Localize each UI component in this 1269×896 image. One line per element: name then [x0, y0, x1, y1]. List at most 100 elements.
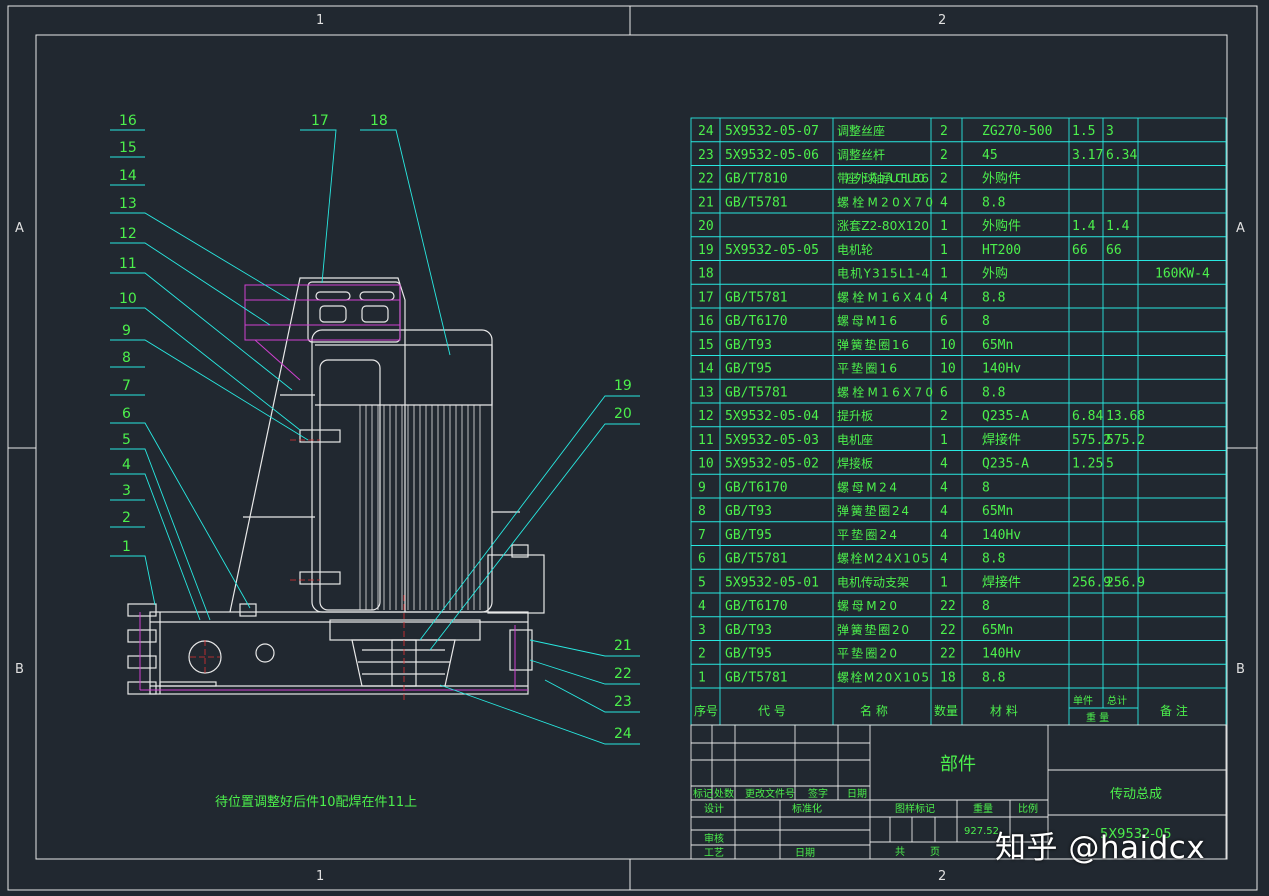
motor-fins [359, 405, 481, 610]
bom-row-8: 8 GB/T93 弹簧垫圈24 4 65Mn [698, 503, 1013, 519]
bom-name-cell: 弹簧垫圈20 [837, 622, 909, 637]
bom-material-cell: 65Mn [982, 338, 1013, 353]
bom-total-wt-cell: 256.9 [1106, 575, 1145, 590]
bom-unit-wt-cell: 1.5 [1072, 124, 1095, 139]
bom-no-cell: 18 [698, 267, 714, 282]
zone-top-2: 2 [938, 13, 946, 28]
bom-material-cell: 8.8 [982, 290, 1005, 305]
bom-no-cell: 7 [698, 528, 706, 543]
bom-row-6: 6 GB/T5781 螺栓M24X105 4 8.8 [698, 551, 1005, 567]
balloon-8: 8 [122, 350, 131, 366]
bom-name-cell: 涨套Z2-80X120 [837, 218, 929, 233]
bom-name-cell: 电机传动支架 [837, 574, 909, 589]
bom-no-cell: 10 [698, 457, 714, 472]
bom-row-3: 3 GB/T93 弹簧垫圈20 22 65Mn [698, 622, 1013, 638]
bom-material-cell: 焊接件 [982, 574, 1021, 590]
bom-qty-cell: 4 [940, 195, 948, 210]
bom-material-cell: 外购 [982, 266, 1008, 282]
bom-name-cell: 电机Y315L1-4 [837, 267, 929, 281]
balloon-15: 15 [119, 140, 137, 156]
bom-row-13: 13 GB/T5781 螺栓M16X70 6 8.8 [698, 384, 1005, 400]
bom-unit-wt-cell: 3.17 [1072, 148, 1103, 163]
bom-qty-cell: 4 [940, 528, 948, 543]
assembly-note: 待位置调整好后件10配焊在件11上 [215, 794, 417, 810]
tb-mark: 标记 [693, 788, 713, 800]
balloon-1: 1 [122, 539, 131, 555]
motor-bracket [229, 277, 406, 613]
tb-scale: 比例 [1018, 802, 1038, 815]
bom-qty-cell: 1 [940, 433, 948, 448]
bom-name-cell: 螺栓M16X40 [837, 289, 933, 304]
bom-material-cell: 8 [982, 480, 990, 495]
balloon-22: 22 [614, 666, 632, 682]
base-hole-small [255, 643, 275, 663]
bom-material-cell: ZG270-500 [982, 124, 1052, 139]
bom-code-cell: GB/T5781 [725, 290, 788, 305]
bom-name-cell: 电机轮 [837, 243, 873, 257]
bom-name-cell: 螺母M16 [837, 314, 897, 328]
bom-unit-wt-cell: 6.84 [1072, 409, 1103, 424]
bom-row-14: 14 GB/T95 平垫圈16 10 140Hv [698, 361, 1021, 377]
bom-name-cell: 螺母M20 [837, 599, 897, 613]
zone-left-A: A [15, 221, 24, 236]
bom-note-cell: 160KW-4 [1155, 267, 1210, 282]
bom-row-12: 12 5X9532-05-04 提升板 2 Q235-A 6.84 13.68 [698, 408, 1145, 424]
bom-row-23: 23 5X9532-05-06 调整丝杆 2 45 3.17 6.34 [698, 147, 1137, 163]
bom-code-cell: GB/T6170 [725, 480, 788, 495]
bom-qty-cell: 4 [940, 552, 948, 567]
bom-unit-wt-cell: 66 [1072, 243, 1088, 258]
bom-name-cell: 调整丝杆 [837, 147, 885, 162]
bom-material-cell: 焊接件 [982, 432, 1021, 448]
bom-total-wt-cell: 575.2 [1106, 433, 1145, 448]
bom-material-cell: 8 [982, 599, 990, 614]
bom-header-qty: 数量 [934, 703, 958, 718]
bom-name-cell: 电机座 [837, 432, 873, 447]
bom-row-1: 1 GB/T5781 螺栓M20X105 18 8.8 [698, 669, 1005, 685]
bom-qty-cell: 4 [940, 480, 948, 495]
bom-total-wt-cell: 6.34 [1106, 148, 1137, 163]
bom-qty-cell: 6 [940, 385, 948, 400]
cad-drawing: 1 2 1 2 A B A B 16 15 14 13 12 11 10 9 8… [7, 5, 1258, 891]
bom-name-cell: 螺栓M16X70 [837, 384, 933, 399]
bom-name-cell: 螺母M24 [837, 480, 897, 494]
zone-bottom-2: 2 [938, 869, 946, 884]
zone-right-A: A [1236, 221, 1245, 236]
bom-no-cell: 15 [698, 338, 714, 353]
bom-material-cell: Q235-A [982, 409, 1029, 424]
tb-date: 日期 [847, 788, 867, 800]
bom-no-cell: 1 [698, 670, 706, 685]
bom-code-cell: 5X9532-05-03 [725, 433, 819, 448]
bom-material-cell: 65Mn [982, 504, 1013, 519]
bom-qty-cell: 6 [940, 314, 948, 329]
lifting-plate [307, 281, 401, 343]
bom-code-cell: GB/T93 [725, 623, 772, 638]
bom-no-cell: 19 [698, 243, 714, 258]
bom-rows: 24 5X9532-05-07 调整丝座 2 ZG270-500 1.5 323 5X9532… [698, 123, 1210, 685]
bom-code-cell: GB/T95 [725, 528, 772, 543]
bom-total-wt-cell: 1.4 [1106, 219, 1130, 234]
bom-qty-cell: 1 [940, 267, 948, 282]
bom-no-cell: 22 [698, 172, 714, 187]
bom-header: 序号 代 号 名 称 数量 材 料 单件 总计 重 量 备 注 [694, 694, 1188, 724]
balloons-top: 17 18 [311, 113, 388, 129]
bom-qty-cell: 1 [940, 575, 948, 590]
bom-total-wt-cell: 3 [1106, 124, 1114, 139]
bom-code-cell: GB/T93 [725, 338, 772, 353]
bom-row-24: 24 5X9532-05-07 调整丝座 2 ZG270-500 1.5 3 [698, 123, 1114, 139]
balloon-14: 14 [119, 168, 137, 184]
bom-no-cell: 13 [698, 385, 714, 400]
bom-material-cell: 65Mn [982, 623, 1013, 638]
tb-stage-mark: 图样标记 [895, 802, 935, 815]
bom-header-material: 材 料 [990, 704, 1018, 718]
bom-qty-cell: 1 [940, 219, 948, 234]
tb-weight: 重量 [973, 802, 993, 815]
balloon-13: 13 [119, 196, 137, 212]
bom-row-5: 5 5X9532-05-01 电机传动支架 1 焊接件 256.9256.9 [698, 574, 1145, 590]
bom-header-code: 代 号 [758, 704, 786, 718]
bom-header-unit: 单件 [1073, 695, 1093, 707]
bom-no-cell: 11 [698, 433, 714, 448]
base-bolts [127, 429, 533, 695]
bom-code-cell: GB/T6170 [725, 314, 788, 329]
balloon-18: 18 [370, 113, 388, 129]
bom-no-cell: 24 [698, 124, 714, 139]
